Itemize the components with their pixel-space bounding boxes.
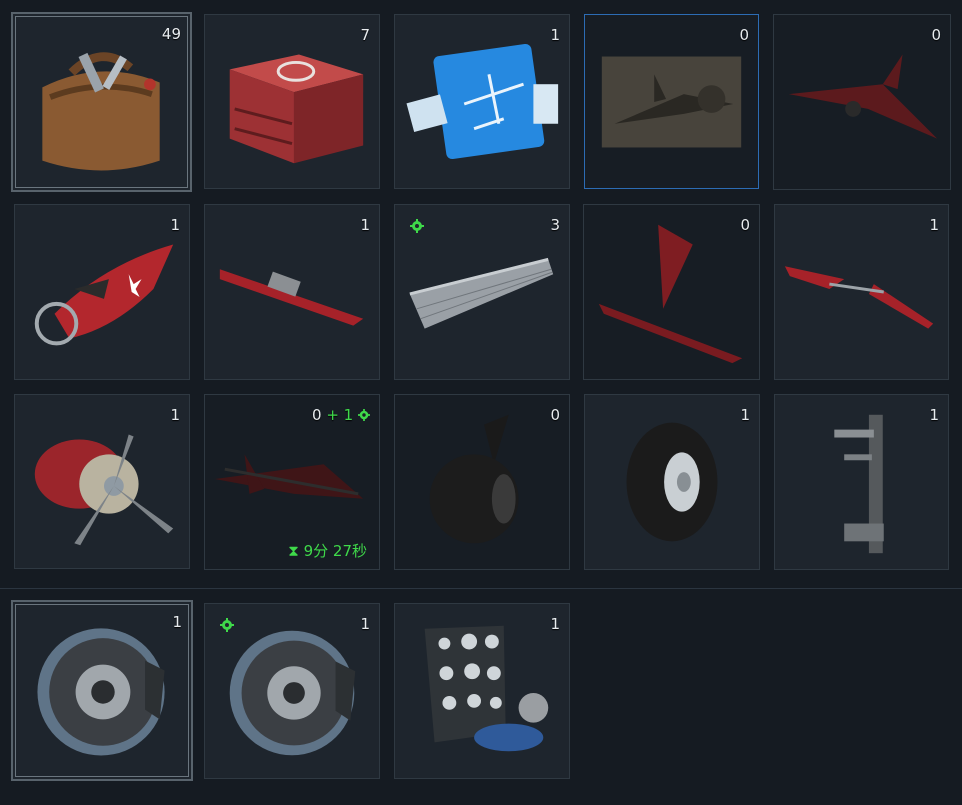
item-slot-wing-panel[interactable]: 3 [394,204,570,380]
bonus-count: + 1 [326,406,354,424]
wheel-icon [626,422,718,542]
item-count: 3 [550,216,560,234]
strut-icon [834,414,884,554]
item-count: 0 [550,406,560,424]
item-slot-landing-gear-strut[interactable]: 1 [774,394,949,570]
engine-icon [34,434,174,546]
item-slot-brake-drum-upgraded[interactable]: 1 [204,603,380,779]
instrument-panel-icon [424,625,549,752]
item-slot-aircraft-photo[interactable]: 0 [584,14,759,189]
wing-icon [219,269,364,326]
item-slot-radial-engine[interactable]: 1 [14,394,190,569]
item-slot-aircraft-silhouette[interactable]: 0 [773,14,951,190]
item-count: 0 [312,406,322,424]
item-count: 49 [161,25,181,43]
item-count: 1 [360,216,370,234]
section-divider [0,588,962,589]
item-slot-brake-drum[interactable]: 1 [11,600,193,781]
item-count: 0 [931,26,941,44]
item-slot-toolbag[interactable]: 49 [11,12,192,192]
item-count: 1 [929,406,939,424]
item-slot-aircraft-in-progress[interactable]: 0 + 1 ⧗ 9分 27秒 [204,394,380,570]
item-slot-repair-crate[interactable]: 7 [204,14,380,189]
item-count: 1 [170,216,180,234]
item-slot-tailplane[interactable]: 1 [774,204,949,380]
hourglass-icon: ⧗ [288,542,299,560]
tailplane-icon [784,266,934,329]
item-count: 1 [170,406,180,424]
item-slot-tail-assembly[interactable]: 0 [583,204,760,380]
item-slot-instrument-panel[interactable]: 1 [394,603,570,779]
item-slot-blueprint[interactable]: 1 [394,14,570,189]
tail-wheel-icon [429,414,519,544]
brake-drum-icon [229,630,356,756]
item-count: 1 [360,615,370,633]
item-count: 1 [740,406,750,424]
brake-drum-icon [37,628,165,756]
item-count: 1 [550,26,560,44]
item-slot-main-wheel[interactable]: 1 [584,394,760,570]
item-count: 1 [929,216,939,234]
item-count-with-bonus: 0 + 1 [312,406,370,424]
wing-panel-icon [409,257,554,329]
craft-timer: ⧗ 9分 27秒 [288,540,367,561]
fuselage-icon [34,244,174,346]
item-slot-fuselage-nose[interactable]: 1 [14,204,190,380]
item-count: 0 [740,216,750,234]
item-count: 1 [550,615,560,633]
gear-icon [358,409,370,421]
blueprint-icon [406,43,559,160]
photo-icon [601,56,742,148]
aircraft-icon [788,54,938,139]
item-count: 7 [360,26,370,44]
item-slot-tail-wheel[interactable]: 0 [394,394,570,570]
item-count: 0 [739,26,749,44]
timer-text: 9分 27秒 [303,542,367,560]
item-slot-center-wing[interactable]: 1 [204,204,380,380]
item-count: 1 [172,613,182,631]
tail-icon [598,224,743,364]
crate-icon [229,54,364,164]
